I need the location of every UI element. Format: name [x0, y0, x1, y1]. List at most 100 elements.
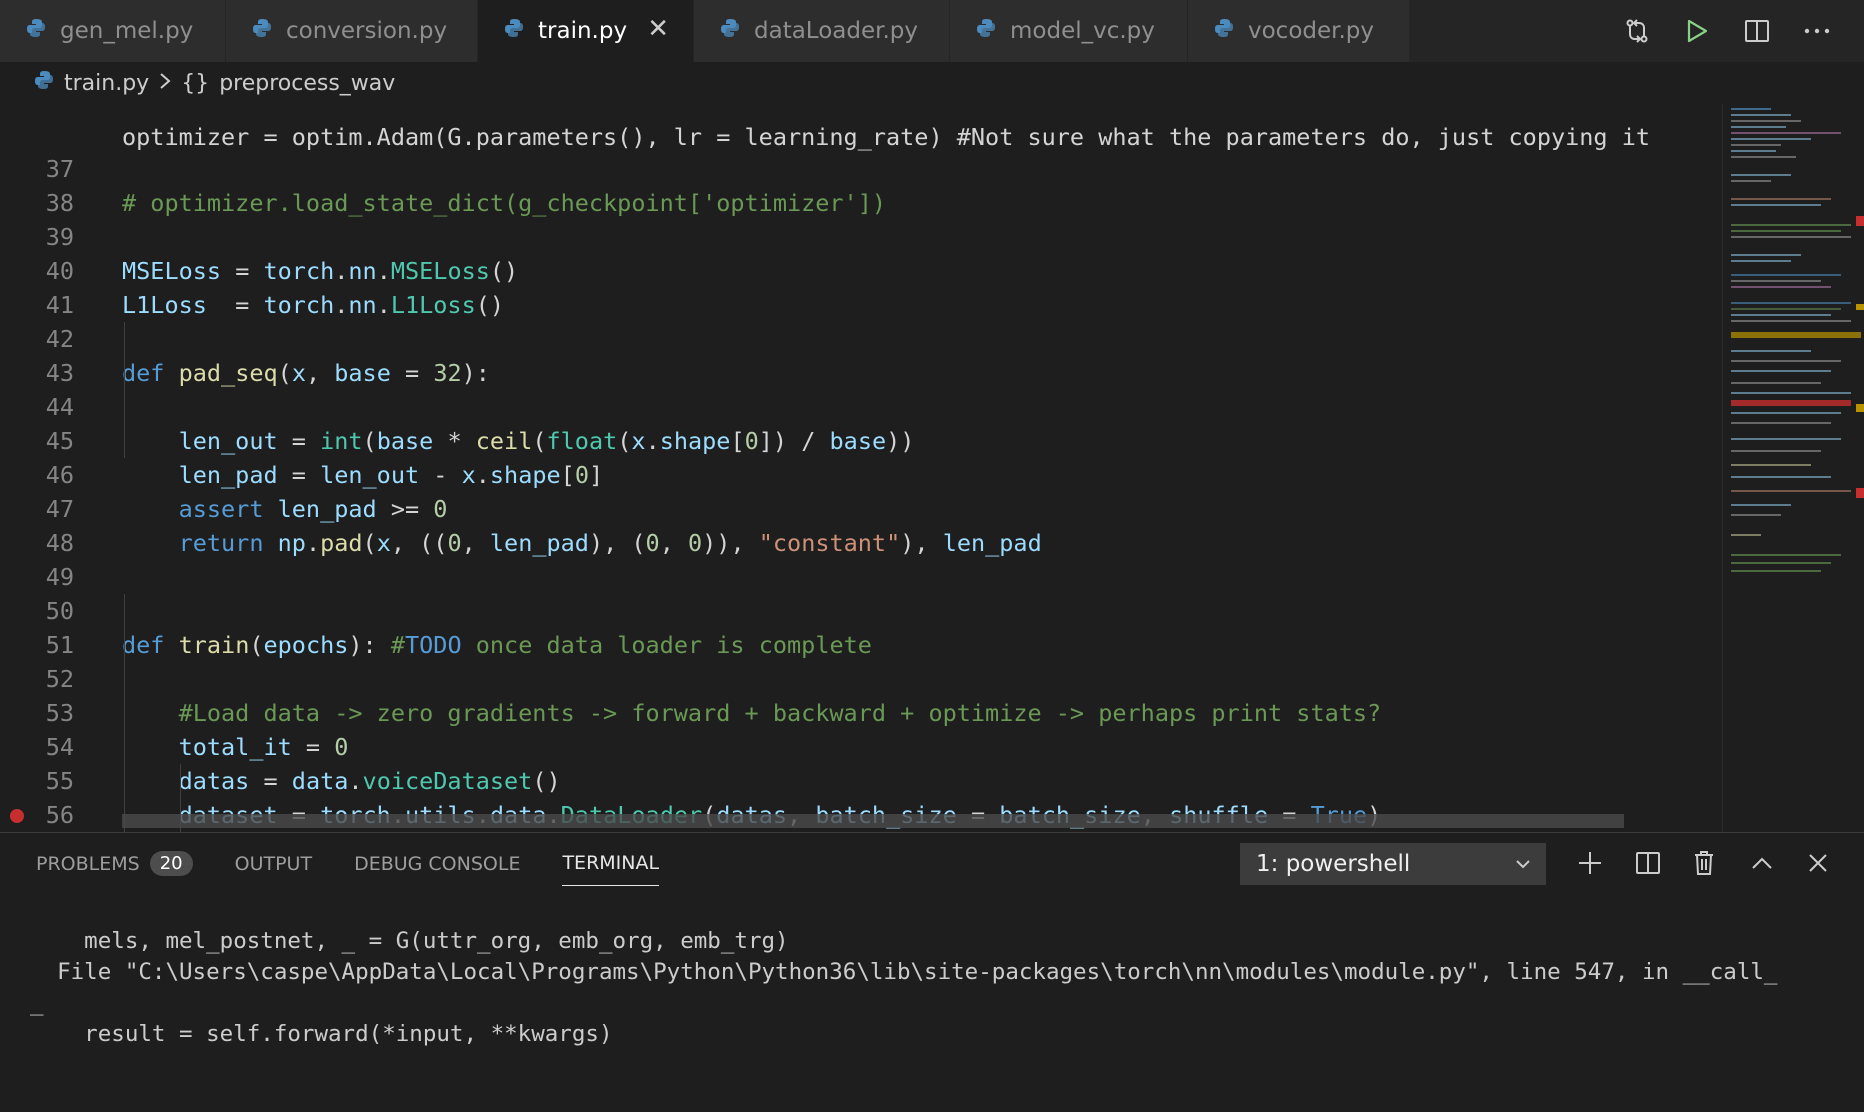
tab-model-vc[interactable]: model_vc.py [950, 0, 1188, 62]
tab-label: conversion.py [286, 18, 448, 44]
minimap-line [1731, 198, 1831, 200]
terminal-select-value: 1: powershell [1256, 851, 1411, 877]
tab-conversion[interactable]: conversion.py [226, 0, 478, 62]
compare-changes-icon[interactable] [1620, 14, 1654, 48]
breadcrumb-symbol[interactable]: preprocess_wav [219, 71, 395, 96]
code-editor[interactable]: optimizer = optim.Adam(G.parameters(), l… [0, 104, 1722, 832]
code-line: 42 def pad_seq(x, base = 32): [0, 288, 1722, 387]
close-icon[interactable]: ✕ [647, 14, 669, 44]
code-line: 56 running_loss = 0 [0, 764, 1722, 829]
code-line: 50 def train(epochs): #TODO once data lo… [0, 560, 1722, 659]
close-panel-icon[interactable] [1802, 847, 1834, 879]
tab-terminal[interactable]: TERMINAL [562, 851, 660, 886]
tab-debug-console[interactable]: DEBUG CONSOLE [354, 851, 520, 886]
minimap-line [1731, 514, 1781, 516]
python-file-icon [504, 18, 524, 44]
tab-label: DEBUG CONSOLE [354, 852, 521, 875]
minimap-line [1731, 138, 1811, 140]
minimap-line [1731, 150, 1776, 152]
breadcrumb-file[interactable]: train.py [64, 71, 149, 96]
minimap-line [1731, 392, 1851, 394]
minimap-line [1731, 450, 1821, 452]
terminal-output[interactable]: mels, mel_postnet, _ = G(uttr_org, emb_o… [30, 895, 1777, 1112]
tab-label: PROBLEMS [36, 852, 140, 875]
indent-guide [124, 730, 125, 764]
minimap-line [1731, 412, 1841, 414]
trash-icon[interactable] [1688, 847, 1720, 879]
tab-dataloader[interactable]: dataLoader.py [694, 0, 950, 62]
minimap-line [1731, 204, 1821, 206]
minimap-line [1731, 308, 1841, 310]
minimap-line [1731, 464, 1811, 466]
minimap[interactable] [1722, 104, 1864, 832]
minimap-line [1731, 230, 1841, 232]
horizontal-scrollbar[interactable] [122, 814, 1624, 828]
tab-label: gen_mel.py [60, 18, 194, 44]
run-icon[interactable] [1680, 14, 1714, 48]
minimap-line [1731, 174, 1791, 176]
tab-problems[interactable]: PROBLEMS 20 [36, 851, 193, 886]
python-file-icon [976, 18, 996, 44]
code-line: 43 len_out = int(base * ceil(float(x.sha… [0, 322, 1722, 455]
code-line: 54 dataset = torch.utils.data.DataLoader… [0, 696, 1722, 829]
minimap-line [1731, 490, 1851, 492]
tab-label: model_vc.py [1010, 18, 1155, 44]
code-line: 49 [0, 526, 1722, 591]
scrollbar-error-marker [1856, 488, 1864, 498]
new-terminal-icon[interactable] [1574, 847, 1606, 879]
code-line: 40 L1Loss = torch.nn.L1Loss() [0, 220, 1722, 319]
symbol-icon: {} [181, 70, 210, 96]
minimap-line [1731, 254, 1801, 256]
code-line: 44 len_pad = len_out - x.shape[0] [0, 356, 1722, 489]
panel-tabs: PROBLEMS 20 OUTPUT DEBUG CONSOLE TERMINA… [36, 851, 660, 886]
tab-gen-mel[interactable]: gen_mel.py [0, 0, 226, 62]
code-line: 39 MSELoss = torch.nn.MSELoss() [0, 186, 1722, 285]
indent-guide [124, 356, 125, 390]
minimap-line [1731, 126, 1786, 128]
python-file-icon [34, 70, 54, 96]
bottom-panel: PROBLEMS 20 OUTPUT DEBUG CONSOLE TERMINA… [0, 832, 1864, 1047]
indent-guide [124, 322, 125, 356]
minimap-line [1731, 156, 1796, 158]
minimap-line [1731, 562, 1831, 564]
chevron-up-icon[interactable] [1746, 847, 1778, 879]
code-line: 52 total_it = 0 [0, 628, 1722, 761]
minimap-line [1731, 320, 1851, 322]
minimap-line [1731, 132, 1841, 134]
split-terminal-icon[interactable] [1632, 847, 1664, 879]
editor-tab-bar: gen_mel.py conversion.py train.py ✕ data… [0, 0, 1864, 62]
minimap-line [1731, 260, 1791, 262]
terminal-line: _ [30, 990, 44, 1016]
python-file-icon [26, 18, 46, 44]
split-editor-icon[interactable] [1740, 14, 1774, 48]
editor-actions [1620, 0, 1864, 62]
minimap-line [1731, 534, 1761, 536]
tab-train[interactable]: train.py ✕ [478, 0, 694, 62]
scrollbar-error-marker [1856, 216, 1864, 226]
breakpoint-icon[interactable] [10, 809, 24, 823]
tab-vocoder[interactable]: vocoder.py [1188, 0, 1410, 62]
more-actions-icon[interactable] [1800, 14, 1834, 48]
minimap-line [1731, 144, 1781, 146]
code-line: 46 return np.pad(x, ((0, len_pad), (0, 0… [0, 424, 1722, 557]
scrollbar-warning-marker [1856, 304, 1864, 310]
indent-guide [124, 594, 125, 628]
indent-guide [180, 764, 181, 798]
tab-output[interactable]: OUTPUT [235, 851, 312, 886]
terminal-select[interactable]: 1: powershell [1240, 843, 1546, 885]
minimap-line [1731, 350, 1811, 352]
problems-count-badge: 20 [149, 851, 193, 876]
minimap-line [1731, 382, 1821, 384]
python-file-icon [1214, 18, 1234, 44]
python-file-icon [720, 18, 740, 44]
code-line: 51 #Load data -> zero gradients -> forwa… [0, 594, 1722, 727]
minimap-line [1731, 360, 1841, 362]
minimap-line [1731, 504, 1791, 506]
minimap-error-marker [1731, 400, 1851, 406]
indent-guide [124, 628, 125, 662]
terminal-line: File "C:\Users\caspe\AppData\Local\Progr… [30, 959, 1778, 985]
minimap-line [1731, 476, 1831, 478]
minimap-highlight [1731, 332, 1861, 338]
indent-guide [124, 696, 125, 730]
scrollbar-warning-marker [1856, 404, 1864, 412]
